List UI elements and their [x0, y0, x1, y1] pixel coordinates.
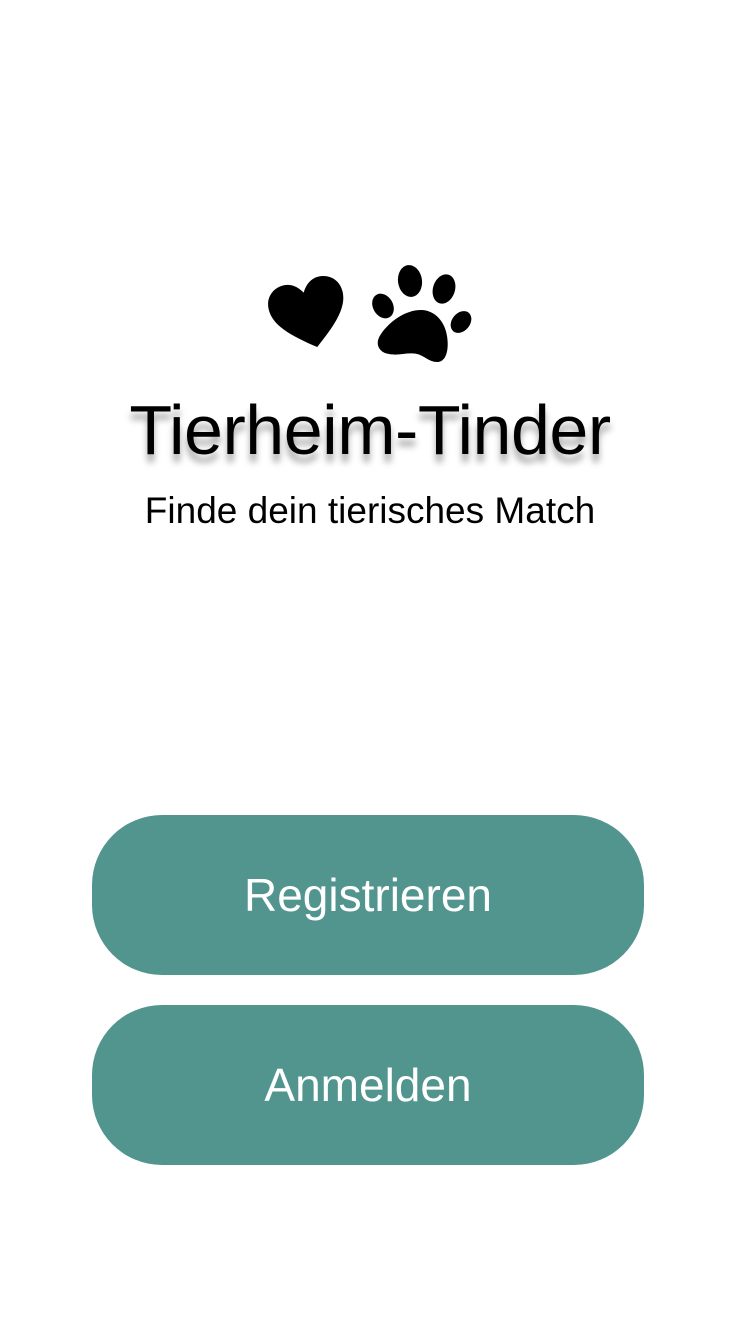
app-subtitle: Finde dein tierisches Match: [144, 490, 596, 531]
login-button[interactable]: Anmelden: [92, 1005, 644, 1165]
paw-icon: [372, 265, 472, 362]
register-button[interactable]: Registrieren: [92, 815, 644, 975]
welcome-screen: Tierheim-Tinder Finde dein tierisches Ma…: [0, 0, 740, 1325]
app-title: Tierheim-Tinder: [129, 391, 611, 469]
heart-icon: [268, 276, 344, 347]
app-logo: [0, 262, 740, 370]
